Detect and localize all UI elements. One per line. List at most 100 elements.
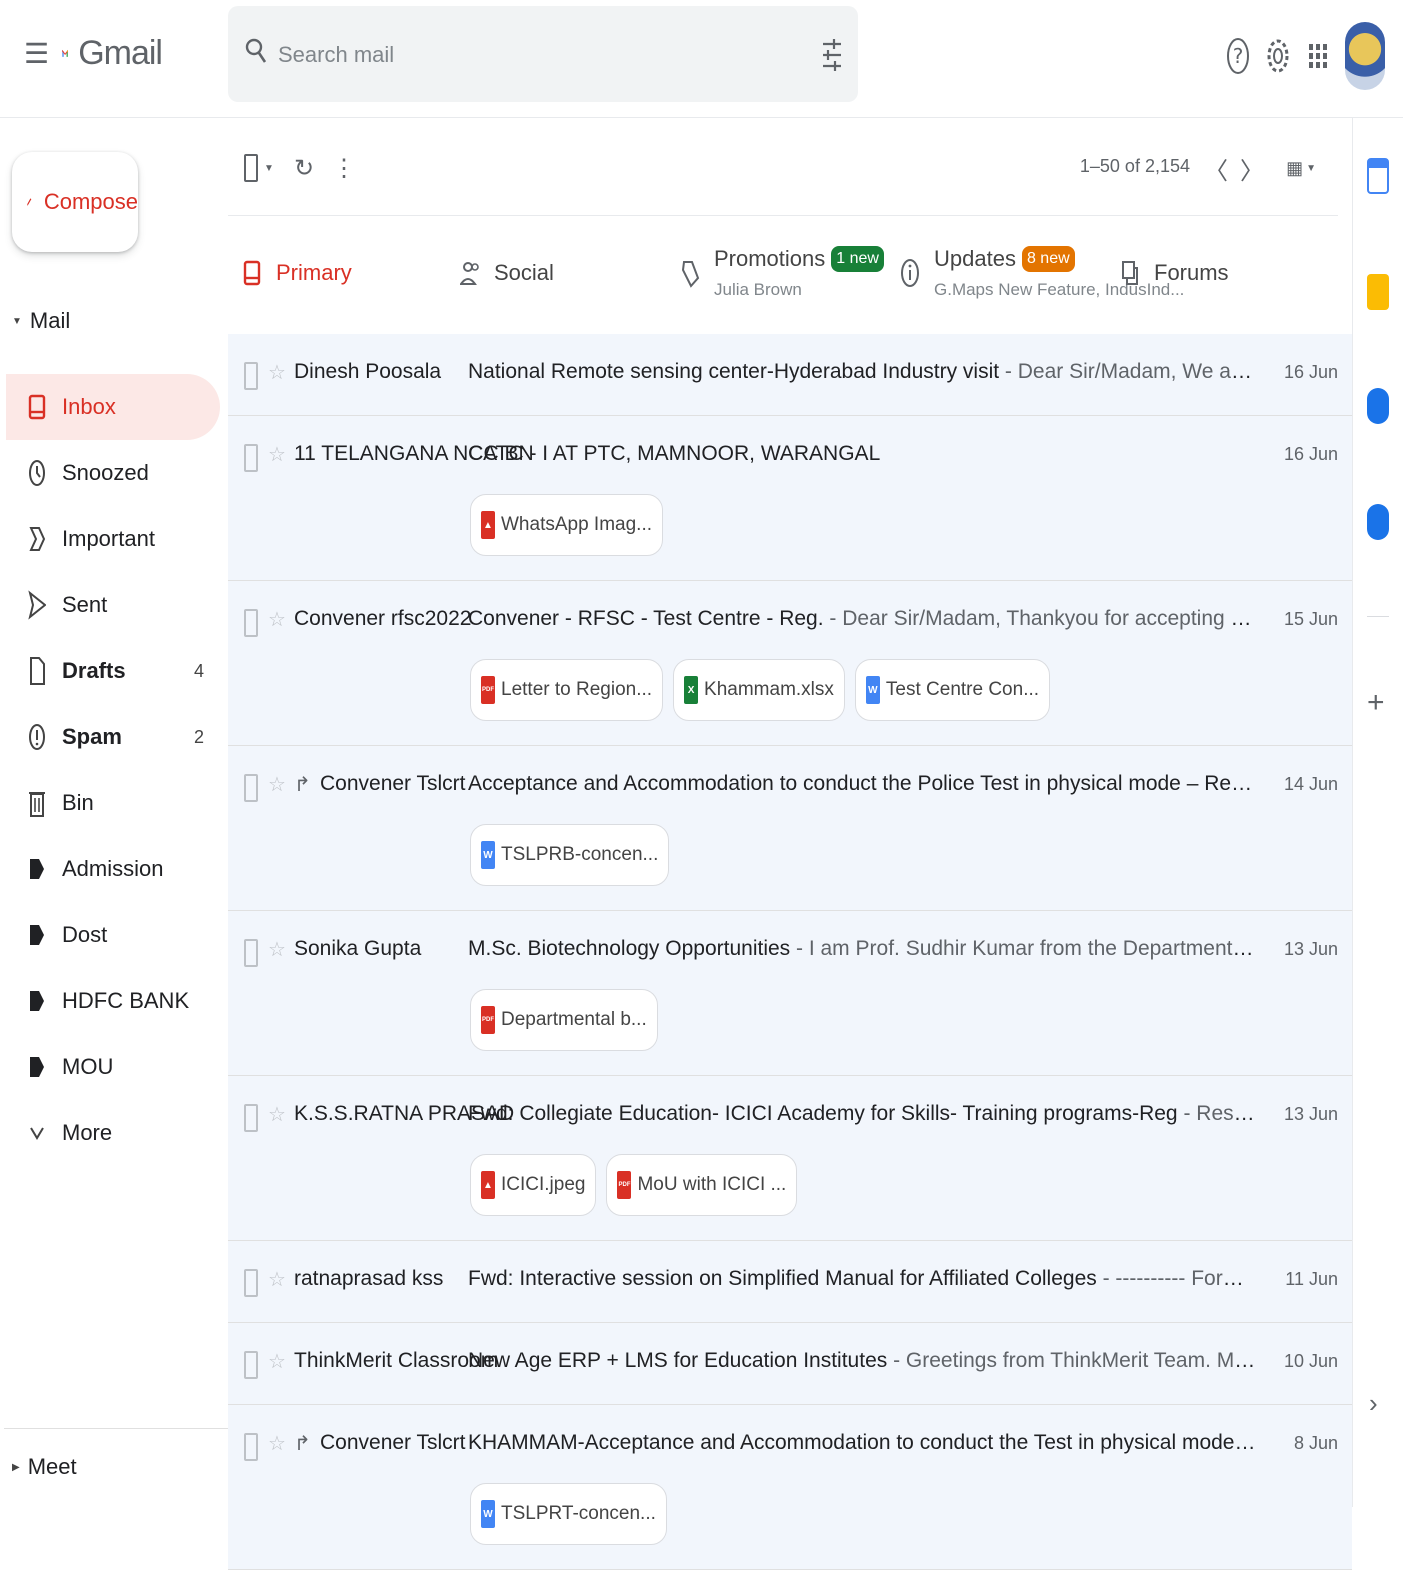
gmail-logo[interactable]: Gmail — [62, 26, 163, 80]
tab-social-label: Social — [494, 260, 554, 285]
forum-icon — [1120, 256, 1140, 290]
email-subject-line[interactable]: CATC - I AT PTC, MAMNOOR, WARANGAL — [468, 442, 1258, 466]
tab-social[interactable]: Social — [460, 216, 554, 330]
star-icon[interactable]: ☆ — [268, 1431, 286, 1456]
star-icon[interactable]: ☆ — [268, 1267, 286, 1292]
keep-icon[interactable] — [1367, 274, 1389, 310]
search-icon[interactable] — [244, 36, 268, 66]
row-checkbox[interactable] — [244, 1269, 258, 1297]
older-chevron-right-icon[interactable]: 〉 — [1240, 148, 1264, 188]
email-row[interactable]: ☆ 11 TELANGANA NCC BN CATC - I AT PTC, MAM… — [228, 416, 1352, 581]
label-icon — [28, 919, 46, 951]
divider — [1367, 616, 1389, 617]
calendar-icon[interactable] — [1367, 158, 1389, 194]
sidebar-item-dost[interactable]: Dost — [0, 902, 214, 968]
sidebar-item-mou[interactable]: MOU — [0, 1034, 214, 1100]
search-options-icon[interactable] — [820, 36, 844, 74]
attachment-chip[interactable]: PDF Departmental b... — [470, 989, 658, 1051]
sidebar-item-more[interactable]: More — [0, 1100, 214, 1166]
email-row[interactable]: ☆ Convener rfsc2022 Convener - RFSC - Test… — [228, 581, 1352, 746]
star-icon[interactable]: ☆ — [268, 772, 286, 797]
sidebar-item-hdfc-bank[interactable]: HDFC BANK — [0, 968, 214, 1034]
sidebar-item-label: HDFC BANK — [62, 988, 190, 1013]
sidebar-item-admission[interactable]: Admission — [0, 836, 214, 902]
sidebar-item-spam[interactable]: Spam 2 — [0, 704, 214, 770]
svg-text:?: ? — [1233, 44, 1244, 68]
refresh-icon[interactable]: ↻ — [294, 148, 314, 188]
email-subject-line[interactable]: Fwd: Interactive session on Simplified M… — [468, 1267, 1258, 1291]
star-icon[interactable]: ☆ — [268, 1349, 286, 1374]
row-checkbox[interactable] — [244, 1433, 258, 1461]
email-row[interactable]: ☆ ↱ Convener Tslcrt Acceptance and Accommod… — [228, 746, 1352, 911]
mail-section-header[interactable]: ▼ Mail — [12, 308, 70, 334]
row-checkbox[interactable] — [244, 1104, 258, 1132]
tab-forums[interactable]: Forums — [1120, 216, 1229, 330]
email-row[interactable]: ☆ Sonika Gupta M.Sc. Biotechnology Opportu… — [228, 911, 1352, 1076]
tasks-icon[interactable] — [1367, 388, 1389, 424]
pdf-file-icon: PDF — [481, 676, 495, 704]
row-checkbox[interactable] — [244, 774, 258, 802]
attachment-name: Test Centre Con... — [885, 679, 1040, 700]
star-icon[interactable]: ☆ — [268, 442, 286, 467]
sidebar-item-bin[interactable]: Bin — [0, 770, 214, 836]
email-subject-line[interactable]: KHAMMAM-Acceptance and Accommodation to … — [468, 1431, 1258, 1455]
email-subject-line[interactable]: M.Sc. Biotechnology Opportunities - I am… — [468, 937, 1258, 961]
caret-down-icon[interactable]: ▼ — [264, 163, 274, 174]
input-tools-keyboard-icon[interactable]: ▦ ▼ — [1286, 148, 1316, 188]
newer-chevron-left-icon[interactable]: 〈 — [1204, 148, 1228, 188]
attachment-chip[interactable]: X Khammam.xlsx — [673, 659, 845, 721]
attachment-chip[interactable]: W Test Centre Con... — [854, 659, 1051, 721]
tab-primary[interactable]: Primary — [242, 216, 352, 330]
search-input[interactable]: Search mail — [278, 42, 394, 68]
label-icon — [28, 1051, 46, 1083]
email-subject-line[interactable]: Fwd: Collegiate Education- ICICI Academy… — [468, 1102, 1258, 1126]
email-row[interactable]: ☆ K.S.S.RATNA PRASAD Fwd: Collegiate Educa… — [228, 1076, 1352, 1241]
select-all-checkbox[interactable]: ▼ — [244, 148, 274, 188]
mail-heading: Mail — [29, 308, 71, 333]
apps-grid-icon[interactable] — [1305, 34, 1331, 78]
main-menu-icon[interactable]: ☰ — [24, 36, 49, 72]
row-checkbox[interactable] — [244, 1351, 258, 1379]
account-avatar[interactable] — [1345, 22, 1385, 90]
sidebar-item-important[interactable]: Important — [0, 506, 214, 572]
sidebar-item-sent[interactable]: Sent — [0, 572, 214, 638]
email-row[interactable]: ☆ ratnaprasad kss Fwd: Interactive session… — [228, 1241, 1352, 1323]
meet-section-header[interactable]: ▶ Meet — [12, 1454, 77, 1480]
sidebar-item-inbox[interactable]: Inbox — [6, 374, 220, 440]
attachment-chip[interactable]: W TSLPRB-concen... — [470, 824, 670, 886]
row-checkbox[interactable] — [244, 609, 258, 637]
sidebar-item-snoozed[interactable]: Snoozed — [0, 440, 214, 506]
star-icon[interactable]: ☆ — [268, 360, 286, 385]
email-row[interactable]: ☆ ↱ Convener Tslcrt KHAMMAM-Acceptance and … — [228, 1405, 1352, 1570]
attachment-chip[interactable]: ▲ ICICI.jpeg — [470, 1154, 597, 1216]
email-date: 15 Jun — [1283, 609, 1338, 629]
email-subject-line[interactable]: New Age ERP + LMS for Education Institut… — [468, 1349, 1258, 1373]
email-subject-line[interactable]: National Remote sensing center-Hyderabad… — [468, 360, 1258, 384]
search-bar[interactable]: Search mail — [228, 6, 858, 102]
show-side-panel-chevron-icon[interactable]: › — [1369, 1388, 1378, 1419]
email-row[interactable]: ☆ ThinkMerit Classroom New Age ERP + LMS f… — [228, 1323, 1352, 1405]
email-row[interactable]: ☆ Dinesh Poosala National Remote sensing c… — [228, 334, 1352, 416]
settings-gear-icon[interactable] — [1265, 34, 1291, 78]
row-checkbox[interactable] — [244, 444, 258, 472]
tab-promotions[interactable]: Promotions 1 new Julia Brown — [680, 216, 884, 330]
more-vert-icon[interactable]: ⋮ — [332, 148, 356, 188]
sidebar-item-drafts[interactable]: Drafts 4 — [0, 638, 214, 704]
contacts-icon[interactable] — [1367, 504, 1389, 540]
email-subject-line[interactable]: Acceptance and Accommodation to conduct … — [468, 772, 1258, 796]
star-icon[interactable]: ☆ — [268, 937, 286, 962]
compose-button[interactable]: Compose — [12, 152, 138, 252]
attachment-chip[interactable]: PDF MoU with ICICI ... — [606, 1154, 798, 1216]
row-checkbox[interactable] — [244, 939, 258, 967]
attachment-chip[interactable]: PDF Letter to Region... — [470, 659, 664, 721]
email-subject-line[interactable]: Convener - RFSC - Test Centre - Reg. - D… — [468, 607, 1258, 631]
star-icon[interactable]: ☆ — [268, 1102, 286, 1127]
sidebar-item-label: Sent — [62, 592, 108, 617]
get-addons-plus-icon[interactable]: + — [1367, 686, 1385, 720]
attachment-chip[interactable]: W TSLPRT-concen... — [470, 1483, 667, 1545]
help-icon[interactable]: ? — [1225, 34, 1251, 78]
attachment-chip[interactable]: ▲ WhatsApp Imag... — [470, 494, 664, 556]
row-checkbox[interactable] — [244, 362, 258, 390]
email-snippet: - Respected Sir/ Madam, Please find the … — [1183, 1102, 1258, 1125]
star-icon[interactable]: ☆ — [268, 607, 286, 632]
